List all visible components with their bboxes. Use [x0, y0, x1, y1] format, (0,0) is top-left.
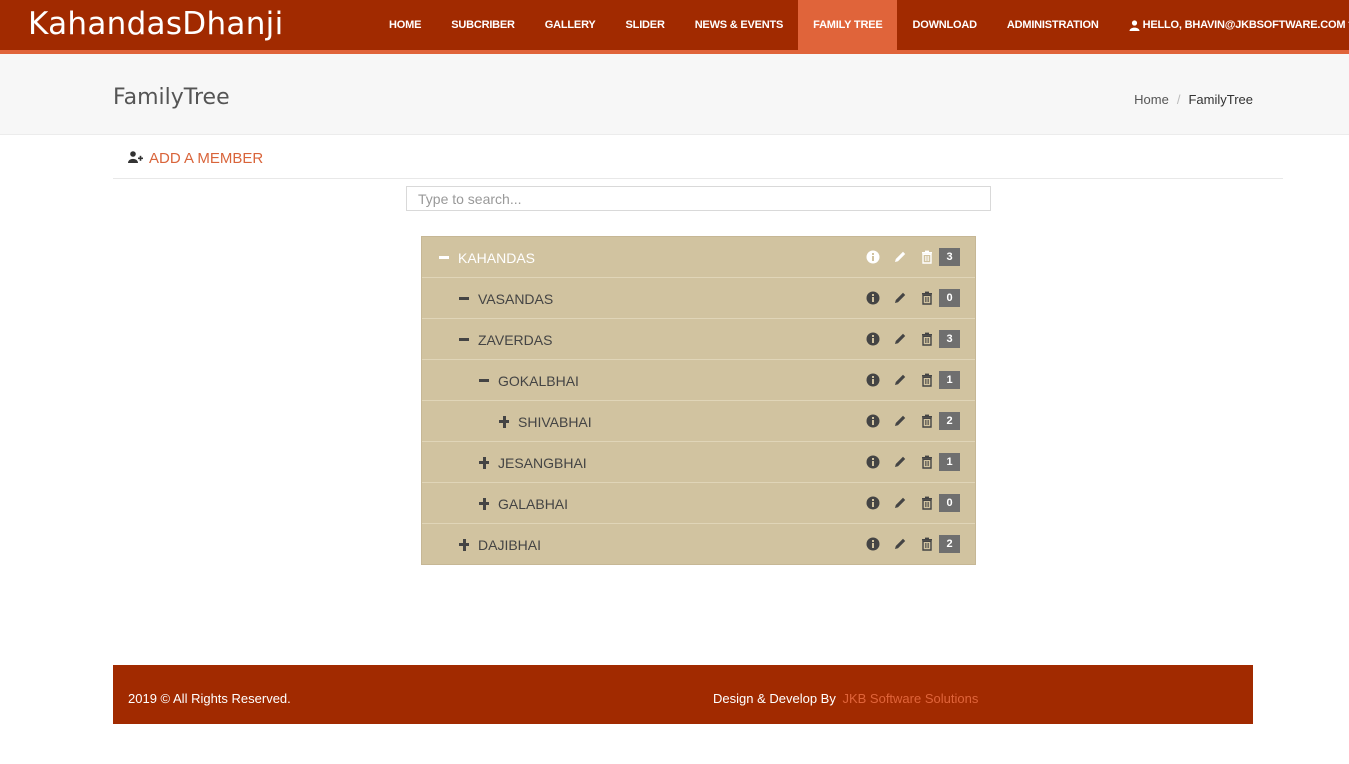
- trash-icon[interactable]: [920, 373, 934, 387]
- tree-row[interactable]: JESANGBHAI 1: [422, 442, 975, 483]
- child-count-badge: 3: [939, 248, 960, 266]
- footer: 2019 © All Rights Reserved. Design & Dev…: [113, 665, 1253, 724]
- footer-credit: Design & Develop By JKB Software Solutio…: [713, 691, 978, 706]
- tree-row[interactable]: VASANDAS 0: [422, 278, 975, 319]
- row-actions: 1: [866, 370, 960, 389]
- expand-icon[interactable]: [497, 401, 511, 442]
- breadcrumb-current: FamilyTree: [1188, 92, 1253, 107]
- child-count-badge: 0: [939, 289, 960, 307]
- nav-item-home[interactable]: HOME: [374, 0, 436, 50]
- tree-member-name[interactable]: DAJIBHAI: [478, 537, 541, 553]
- child-count-badge: 2: [939, 535, 960, 553]
- info-icon[interactable]: [866, 496, 880, 510]
- user-menu[interactable]: HELLO, BHAVIN@JKBSOFTWARE.COM: [1114, 0, 1349, 50]
- user-icon: [1129, 19, 1140, 31]
- pencil-icon[interactable]: [893, 332, 907, 346]
- nav-item-administration[interactable]: ADMINISTRATION: [992, 0, 1114, 50]
- trash-icon[interactable]: [920, 537, 934, 551]
- pencil-icon[interactable]: [893, 414, 907, 428]
- tree-row[interactable]: GALABHAI 0: [422, 483, 975, 524]
- page-title: FamilyTree: [113, 85, 230, 110]
- pencil-icon[interactable]: [893, 373, 907, 387]
- trash-icon[interactable]: [920, 332, 934, 346]
- user-plus-icon: [128, 150, 143, 167]
- breadcrumb-separator: /: [1176, 92, 1181, 107]
- footer-credit-prefix: Design & Develop By: [713, 691, 836, 706]
- info-icon[interactable]: [866, 455, 880, 469]
- trash-icon[interactable]: [920, 250, 934, 264]
- trash-icon[interactable]: [920, 496, 934, 510]
- brand-logo[interactable]: KahandasDhanji: [28, 6, 284, 42]
- tree-member-name[interactable]: KAHANDAS: [458, 250, 535, 266]
- tree-row[interactable]: KAHANDAS 3: [422, 237, 975, 278]
- search-input[interactable]: [406, 186, 991, 211]
- trash-icon[interactable]: [920, 414, 934, 428]
- tree-row[interactable]: SHIVABHAI 2: [422, 401, 975, 442]
- pencil-icon[interactable]: [893, 291, 907, 305]
- tree-member-name[interactable]: JESANGBHAI: [498, 455, 587, 471]
- page-header: FamilyTree Home / FamilyTree: [0, 54, 1349, 135]
- row-actions: 3: [866, 247, 960, 266]
- collapse-icon[interactable]: [457, 319, 471, 360]
- child-count-badge: 1: [939, 453, 960, 471]
- family-tree: KAHANDAS 3 VASANDAS 0 ZAVERDAS 3 GOKALBHAI 1 SHI…: [421, 236, 976, 565]
- info-icon[interactable]: [866, 537, 880, 551]
- nav-item-download[interactable]: DOWNLOAD: [897, 0, 991, 50]
- main-nav: HOME SUBCRIBER GALLERY SLIDER NEWS & EVE…: [374, 0, 1349, 50]
- tree-row[interactable]: DAJIBHAI 2: [422, 524, 975, 565]
- footer-copyright: 2019 © All Rights Reserved.: [128, 691, 291, 706]
- pencil-icon[interactable]: [893, 537, 907, 551]
- add-member-label: ADD A MEMBER: [149, 150, 264, 167]
- expand-icon[interactable]: [457, 524, 471, 565]
- nav-item-subcriber[interactable]: SUBCRIBER: [436, 0, 530, 50]
- tree-member-name[interactable]: VASANDAS: [478, 291, 553, 307]
- breadcrumb-home[interactable]: Home: [1134, 92, 1169, 107]
- collapse-icon[interactable]: [437, 237, 451, 278]
- trash-icon[interactable]: [920, 455, 934, 469]
- collapse-icon[interactable]: [477, 360, 491, 401]
- pencil-icon[interactable]: [893, 496, 907, 510]
- nav-item-family-tree[interactable]: FAMILY TREE: [798, 0, 898, 50]
- row-actions: 2: [866, 534, 960, 553]
- footer-credit-link[interactable]: JKB Software Solutions: [842, 691, 978, 706]
- child-count-badge: 1: [939, 371, 960, 389]
- tree-member-name[interactable]: SHIVABHAI: [518, 414, 592, 430]
- info-icon[interactable]: [866, 414, 880, 428]
- user-menu-label: HELLO, BHAVIN@JKBSOFTWARE.COM: [1142, 19, 1346, 31]
- collapse-icon[interactable]: [457, 278, 471, 319]
- child-count-badge: 0: [939, 494, 960, 512]
- row-actions: 1: [866, 452, 960, 471]
- navbar: KahandasDhanji HOME SUBCRIBER GALLERY SL…: [0, 0, 1349, 54]
- trash-icon[interactable]: [920, 291, 934, 305]
- info-icon[interactable]: [866, 332, 880, 346]
- pencil-icon[interactable]: [893, 250, 907, 264]
- tree-member-name[interactable]: GOKALBHAI: [498, 373, 579, 389]
- tree-row[interactable]: GOKALBHAI 1: [422, 360, 975, 401]
- child-count-badge: 2: [939, 412, 960, 430]
- tree-member-name[interactable]: ZAVERDAS: [478, 332, 552, 348]
- info-icon[interactable]: [866, 373, 880, 387]
- tree-member-name[interactable]: GALABHAI: [498, 496, 568, 512]
- nav-item-news-events[interactable]: NEWS & EVENTS: [680, 0, 798, 50]
- expand-icon[interactable]: [477, 483, 491, 524]
- info-icon[interactable]: [866, 250, 880, 264]
- row-actions: 2: [866, 411, 960, 430]
- child-count-badge: 3: [939, 330, 960, 348]
- row-actions: 0: [866, 493, 960, 512]
- section-divider: [113, 178, 1283, 179]
- tree-row[interactable]: ZAVERDAS 3: [422, 319, 975, 360]
- info-icon[interactable]: [866, 291, 880, 305]
- add-member-link[interactable]: ADD A MEMBER: [128, 150, 263, 167]
- nav-item-slider[interactable]: SLIDER: [611, 0, 680, 50]
- row-actions: 3: [866, 329, 960, 348]
- row-actions: 0: [866, 288, 960, 307]
- expand-icon[interactable]: [477, 442, 491, 483]
- breadcrumb: Home / FamilyTree: [1134, 92, 1253, 107]
- nav-item-gallery[interactable]: GALLERY: [530, 0, 611, 50]
- pencil-icon[interactable]: [893, 455, 907, 469]
